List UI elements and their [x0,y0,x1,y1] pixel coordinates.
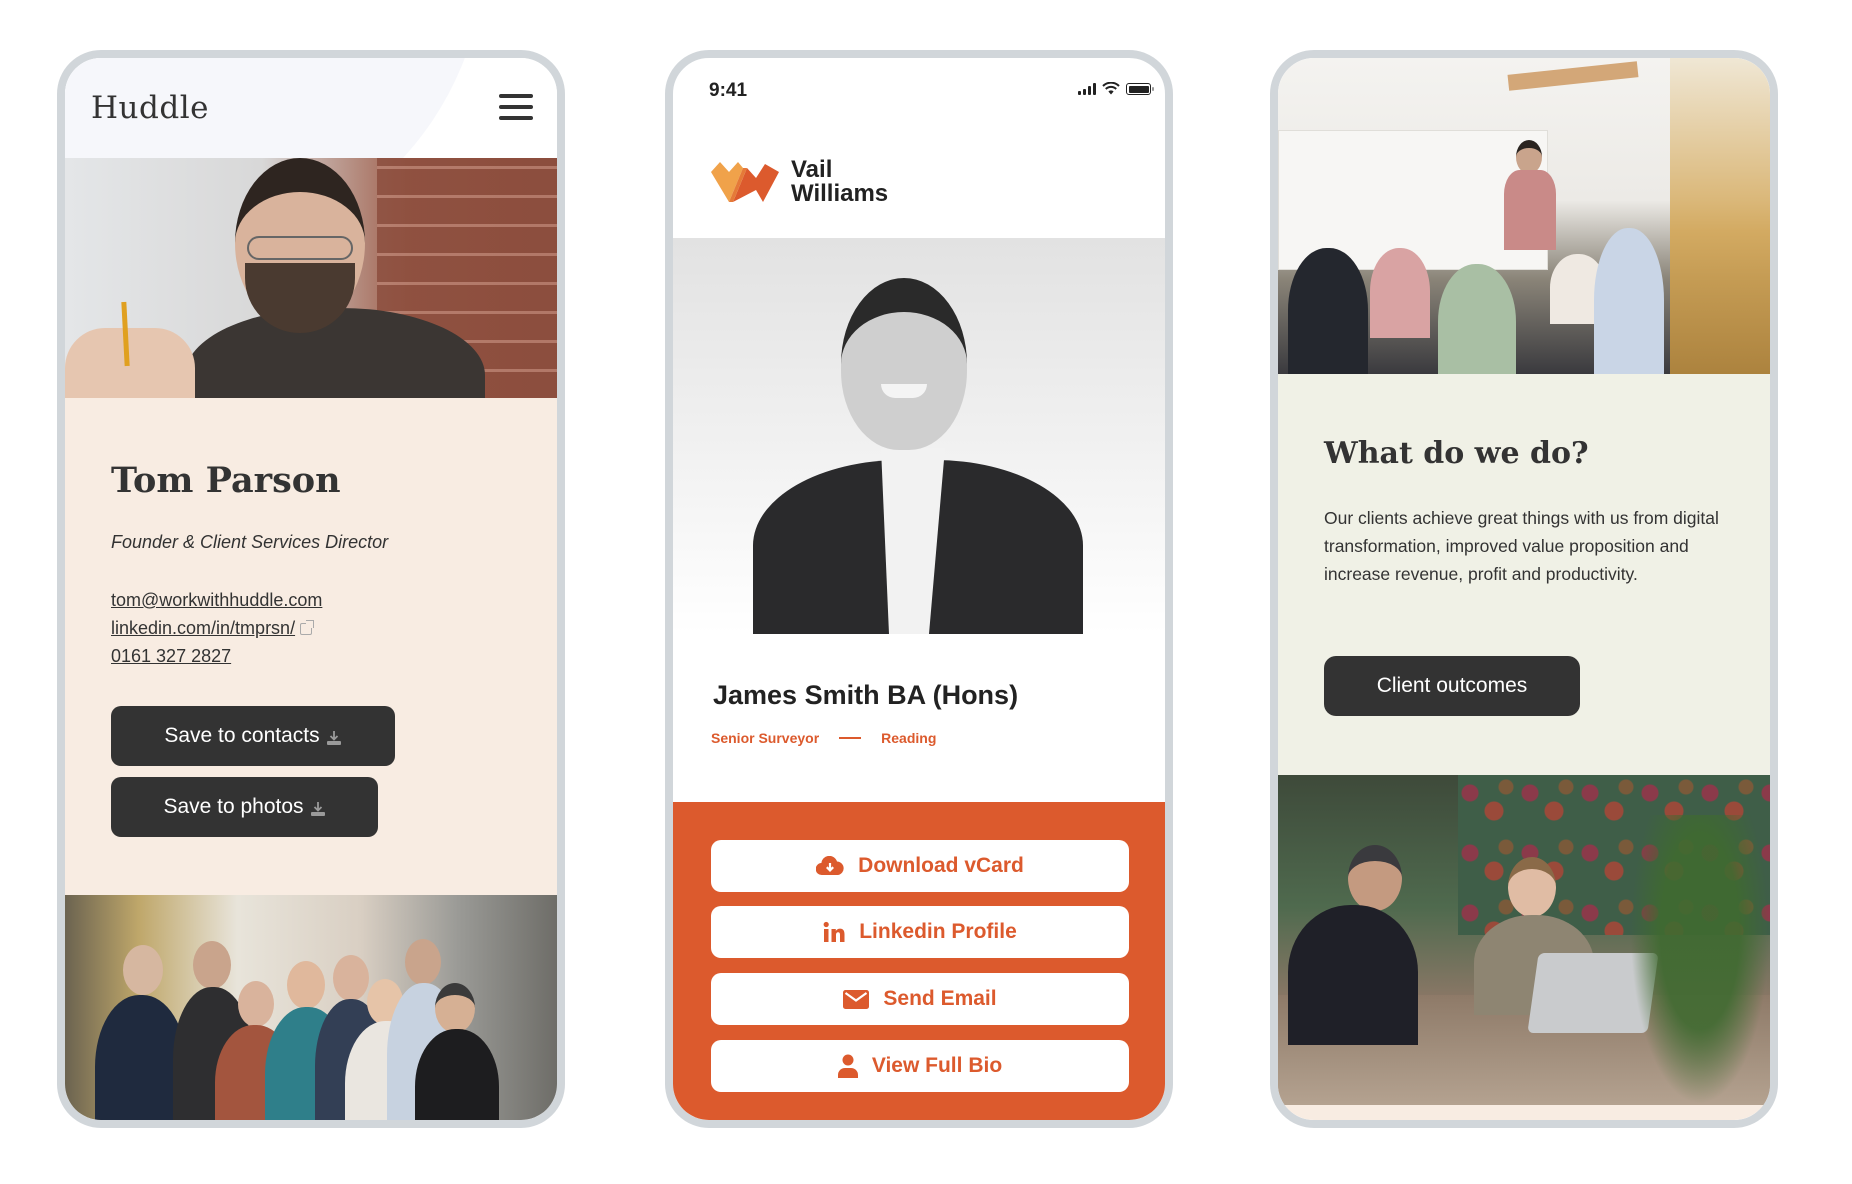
profile-name: James Smith BA (Hons) [713,680,1019,710]
attendee [1288,248,1368,374]
footer-strip [1278,1105,1770,1120]
profile-role: Founder & Client Services Director [111,532,389,552]
logo-line-2: Williams [791,180,889,207]
status-icons [1078,82,1154,95]
meeting-room-photo [1278,58,1770,374]
woman-head [1508,857,1556,917]
download-vcard-button[interactable]: Download vCard [711,840,1129,892]
team-member [287,961,325,1009]
save-to-photos-button[interactable]: Save to photos [111,777,378,837]
team-member-body [415,1029,499,1120]
user-icon [837,1054,858,1078]
team-photo [65,895,557,1120]
external-link-icon [300,620,315,635]
man-body [1288,905,1418,1045]
linkedin-profile-label: Linkedin Profile [859,920,1017,943]
team-member [193,941,231,989]
attendee [1370,248,1430,338]
attendee [1438,264,1516,374]
vail-williams-logo-text: Vail Williams [791,158,888,206]
profile-meta: Senior Surveyor Reading [711,730,936,746]
email-link[interactable]: tom@workwithhuddle.com [111,586,322,614]
download-icon [310,802,325,816]
battery-icon [1126,83,1154,95]
ceiling-beam [1507,61,1639,91]
contact-links: tom@workwithhuddle.com linkedin.com/in/t… [111,586,322,670]
vail-williams-logo-mark [711,162,779,202]
profile-title: Senior Surveyor [711,730,820,746]
status-time: 9:41 [709,80,748,101]
send-email-button[interactable]: Send Email [711,973,1129,1025]
team-member [238,981,274,1027]
profile-location: Reading [881,730,937,746]
presenter-body [1504,170,1556,250]
team-member [435,983,475,1033]
client-outcomes-button[interactable]: Client outcomes [1324,656,1580,716]
phone-mockup-vail-williams: 9:41 Vail Williams James Smith BA (Hons)… [665,50,1173,1128]
logo-line-1: Vail [791,156,833,183]
presenter-head [1516,140,1542,174]
team-member [405,939,441,985]
view-full-bio-button[interactable]: View Full Bio [711,1040,1129,1092]
profile-card: Tom Parson Founder & Client Services Dir… [65,398,557,895]
signal-icon [1078,82,1096,95]
section-body: Our clients achieve great things with us… [1324,508,1719,584]
profile-photo [65,158,557,398]
man-head [1348,845,1402,911]
download-icon [326,731,341,745]
glass-door [1670,58,1770,374]
profile-name: Tom Parson [111,460,341,501]
hamburger-menu-icon[interactable] [499,92,533,120]
what-we-do-section: What do we do? Our clients achieve great… [1278,374,1770,775]
wifi-icon [1102,82,1120,95]
vail-williams-logo[interactable]: Vail Williams [711,158,888,206]
save-to-contacts-label: Save to contacts [164,724,320,747]
vail-screen: 9:41 Vail Williams James Smith BA (Hons)… [673,58,1165,1120]
photo-hands [65,328,195,398]
linkedin-link[interactable]: linkedin.com/in/tmprsn/ [111,614,322,642]
envelope-icon [843,989,870,1009]
attendee [1594,228,1664,374]
send-email-label: Send Email [883,987,997,1010]
headshot-smile [881,384,927,398]
huddle-logo[interactable]: Huddle [91,90,209,126]
profile-headshot [673,238,1165,634]
photo-glasses [247,236,353,260]
phone-mockup-huddle: Huddle Tom Parson Founder & Client Servi… [57,50,565,1128]
huddle-screen: Huddle Tom Parson Founder & Client Servi… [65,58,557,1120]
headshot-head [841,278,967,450]
plant [1630,815,1770,1105]
huddle-header: Huddle [65,58,557,158]
view-full-bio-label: View Full Bio [871,1054,1003,1077]
save-to-photos-label: Save to photos [163,795,304,818]
meta-separator [839,737,862,739]
download-vcard-label: Download vCard [858,854,1024,877]
cafe-meeting-photo [1278,775,1770,1105]
team-member [123,945,163,995]
action-panel: Download vCard Linkedin Profile Send Ema… [673,802,1165,1120]
team-member [333,955,369,1001]
section-heading: What do we do? [1324,436,1589,471]
save-to-contacts-button[interactable]: Save to contacts [111,706,395,766]
cloud-download-icon [816,856,844,876]
outcomes-screen: What do we do? Our clients achieve great… [1278,58,1770,1120]
linkedin-link-text: linkedin.com/in/tmprsn/ [111,618,296,638]
linkedin-icon [823,921,845,942]
status-bar: 9:41 [673,58,1165,118]
phone-mockup-outcomes: What do we do? Our clients achieve great… [1270,50,1778,1128]
linkedin-profile-button[interactable]: Linkedin Profile [711,906,1129,958]
phone-link[interactable]: 0161 327 2827 [111,642,322,670]
